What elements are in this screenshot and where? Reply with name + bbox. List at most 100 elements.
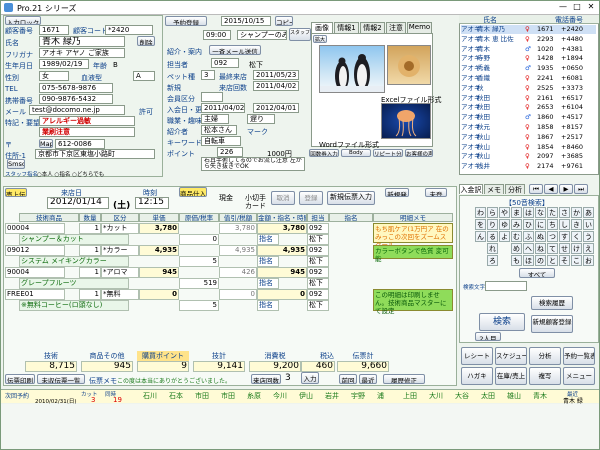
footer-name[interactable]: 宇野 — [351, 391, 365, 401]
kana-key-ら[interactable]: ら — [487, 207, 498, 218]
time-field[interactable]: 12:15 — [135, 197, 169, 209]
list-item[interactable]: アオキ 秋山 ♀ 1854 +8460 — [461, 143, 596, 152]
row-class[interactable]: *カラー — [101, 245, 139, 256]
footer-name[interactable]: 岩井 — [325, 391, 339, 401]
reserve-button[interactable]: 予約登録 — [165, 16, 207, 26]
row-code[interactable]: 00004 — [5, 223, 65, 234]
search-text-field[interactable] — [485, 281, 527, 291]
row-price[interactable]: 4,935 — [139, 245, 179, 256]
footer-name[interactable]: 今川 — [273, 391, 287, 401]
prev-record-button[interactable]: ◀ — [544, 184, 558, 194]
maximize-button[interactable]: □ — [570, 2, 584, 12]
list-item[interactable]: アオキ 秋田 ♂ 1860 +4517 — [461, 113, 596, 122]
kana-key-き[interactable]: き — [571, 219, 582, 230]
staff-code-field[interactable]: 092 — [211, 58, 239, 68]
mail-permit[interactable]: 許可 — [139, 107, 153, 117]
row-name[interactable]: システム メイキングカラー — [19, 256, 129, 267]
kana-key-ち[interactable]: ち — [547, 219, 558, 230]
ticket-button[interactable]: 回数券入力 — [309, 149, 339, 157]
list-item[interactable]: アオキ 寺野 ♀ 1428 +1894 — [461, 54, 596, 63]
kana-key-つ[interactable]: つ — [547, 231, 558, 242]
kana-key-ま[interactable]: ま — [511, 207, 522, 218]
kana-key-て[interactable]: て — [547, 243, 558, 254]
list-item[interactable]: アオキ 青木 恵 比佐 ♀ 2293 +4480 — [461, 35, 596, 44]
first-date-1[interactable]: 2011/04/02 — [201, 103, 245, 113]
visit-count-button[interactable]: 来店回数 — [251, 374, 281, 384]
search-button[interactable]: 検索 — [479, 313, 525, 331]
kana-key-す[interactable]: す — [559, 231, 570, 242]
tab-side-memo[interactable]: メモ — [484, 184, 504, 194]
footer-name[interactable]: 上田 — [403, 391, 417, 401]
register-slip-button[interactable]: 登録 — [299, 191, 323, 205]
menu-button-0[interactable]: レシート — [461, 347, 493, 365]
history-edit-button[interactable]: 履歴修正 — [383, 374, 425, 384]
menu-button-6[interactable]: 複写 — [529, 367, 561, 385]
footer-name[interactable]: 青木 — [533, 391, 547, 401]
tab-payment[interactable]: 入金訳 — [459, 184, 483, 194]
row-qty[interactable]: 1 — [79, 267, 101, 278]
kana-field[interactable]: アオキ アヤノ ご家族 — [39, 48, 125, 58]
new-issue-button[interactable]: 新規発 — [385, 188, 409, 197]
cast-num-field[interactable]: 3 — [201, 70, 215, 80]
row-staff[interactable]: 092 — [307, 223, 329, 234]
row-staff[interactable]: 092 — [307, 245, 329, 256]
list-item[interactable]: アオキ 秋田 ♀ 2653 +6104 — [461, 103, 596, 112]
row-name[interactable]: グレープフルーツ — [19, 278, 129, 289]
repeat-analysis-button[interactable]: リピート分析 — [373, 149, 403, 157]
input-lock-button[interactable]: 入力ロック — [5, 16, 41, 25]
reserve-date-field[interactable]: 2015/10/15 — [221, 16, 271, 26]
product-purchase-button[interactable]: 商品仕入 — [179, 187, 207, 197]
search-all-button[interactable]: すべて — [519, 268, 555, 278]
total-date-field[interactable]: 2011/04/02 — [253, 81, 299, 91]
kana-key-へ[interactable]: へ — [523, 243, 534, 254]
body-button[interactable]: Body — [341, 149, 371, 157]
row-class[interactable]: *アロマ — [101, 267, 139, 278]
map-button[interactable]: Map — [39, 139, 53, 148]
kana-key-よ[interactable]: よ — [499, 231, 510, 242]
unregistered-button[interactable]: 未登 — [425, 188, 447, 197]
list-item[interactable]: アオキ 青木 緑乃 ♀ 1671 +2420 — [461, 25, 596, 34]
kana-key-せ[interactable]: せ — [559, 243, 570, 254]
reserve-menu-field[interactable]: シャンプーのみ — [237, 30, 287, 40]
note-field-1[interactable]: アレルギー過敏 — [39, 116, 135, 126]
blood-select[interactable]: A — [133, 71, 155, 81]
footer-name[interactable]: 大谷 — [455, 391, 469, 401]
staff-register-button[interactable]: スタッフ登録 — [289, 28, 311, 41]
kana-key-ふ[interactable]: ふ — [523, 231, 534, 242]
kana-key-こ[interactable]: こ — [571, 255, 582, 266]
zip-field[interactable]: 612-0086 — [55, 139, 105, 149]
name-field[interactable]: 青木 緑乃 — [39, 36, 125, 47]
previous-button[interactable]: 前回 — [339, 374, 357, 384]
search-history-button[interactable]: 検索履歴 — [531, 296, 573, 310]
list-item[interactable]: アオキ 秋山 ♀ 2097 +3685 — [461, 152, 596, 161]
list-item[interactable]: アオキ 秋元 ♀ 1858 +8157 — [461, 123, 596, 132]
kana-key-く[interactable]: く — [571, 231, 582, 242]
zoom-button[interactable]: 拡大 — [313, 35, 327, 43]
kana-key-む[interactable]: む — [511, 231, 522, 242]
staff-select-options[interactable]: ○本人 ○指名 ○どちらでも — [37, 170, 104, 178]
birth-field[interactable]: 1989/02/19 — [39, 59, 89, 69]
last-visit-field[interactable]: 2011/05/23 — [253, 70, 299, 80]
flower-photo[interactable] — [387, 45, 431, 85]
customer-id-field[interactable]: 1671 — [39, 25, 69, 35]
row-amount[interactable]: 0 — [257, 289, 307, 300]
footer-name[interactable]: 大川 — [429, 391, 443, 401]
next-record-button[interactable]: ▶ — [559, 184, 573, 194]
row-staff[interactable]: 092 — [307, 289, 329, 300]
tab-image[interactable]: 画像 — [311, 22, 333, 33]
footer-name[interactable]: 伊山 — [299, 391, 313, 401]
menu-button-4[interactable]: ハガキ — [461, 367, 493, 385]
kana-key-さ[interactable]: さ — [559, 207, 570, 218]
row-qty[interactable]: 1 — [79, 223, 101, 234]
introducer-field[interactable]: 松本さん — [201, 125, 237, 135]
print-slip-button[interactable]: 伝票印刷 — [5, 374, 35, 384]
list-item[interactable]: アオキ 香織 ♀ 2241 +6081 — [461, 74, 596, 83]
close-button[interactable]: ✕ — [584, 2, 598, 12]
kana-key-り[interactable]: り — [487, 219, 498, 230]
kana-key-や[interactable]: や — [499, 207, 510, 218]
tab-caution[interactable]: 注意 — [386, 22, 406, 33]
kana-key-え[interactable]: え — [583, 243, 594, 254]
row-name[interactable]: ※無料コーヒー(ロ頭なし) — [19, 300, 129, 311]
kana-key-わ[interactable]: わ — [475, 207, 486, 218]
kana-key-お[interactable]: お — [583, 255, 594, 266]
